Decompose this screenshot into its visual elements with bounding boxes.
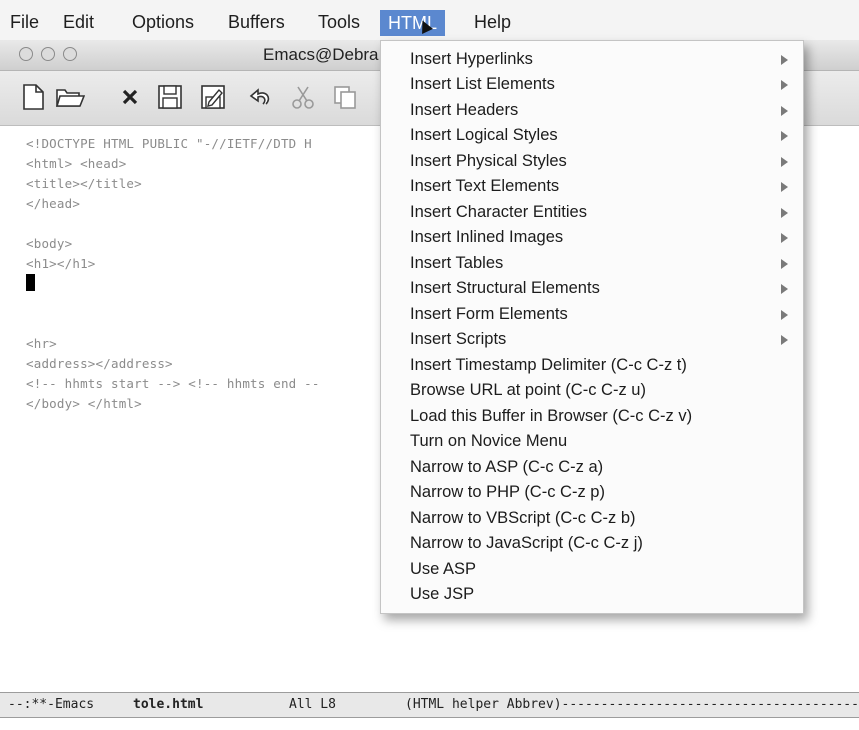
menu-item-use-jsp[interactable]: Use JSP bbox=[410, 582, 800, 607]
code-line: <!-- hhmts start --> <!-- hhmts end -- bbox=[26, 376, 320, 391]
open-folder-icon[interactable] bbox=[55, 82, 85, 112]
cut-icon[interactable] bbox=[288, 82, 318, 112]
submenu-arrow-icon bbox=[781, 182, 788, 192]
html-dropdown-menu: Insert Hyperlinks Insert List Elements I… bbox=[380, 40, 804, 614]
menubar: File Edit Options Buffers Tools HTML Hel… bbox=[0, 0, 859, 40]
menu-item-narrow-to-asp[interactable]: Narrow to ASP (C-c C-z a) bbox=[410, 455, 800, 480]
submenu-arrow-icon bbox=[781, 284, 788, 294]
modeline-mode: (HTML helper Abbrev)--------------------… bbox=[405, 697, 859, 712]
submenu-arrow-icon bbox=[781, 335, 788, 345]
submenu-arrow-icon bbox=[781, 106, 788, 116]
menu-edit[interactable]: Edit bbox=[59, 9, 98, 35]
code-line: <hr> bbox=[26, 336, 57, 351]
new-file-icon[interactable] bbox=[18, 82, 48, 112]
menu-item-insert-structural-elements[interactable]: Insert Structural Elements bbox=[410, 276, 800, 301]
menu-item-insert-headers[interactable]: Insert Headers bbox=[410, 98, 800, 123]
save-icon[interactable] bbox=[155, 82, 185, 112]
copy-icon[interactable] bbox=[330, 82, 360, 112]
submenu-arrow-icon bbox=[781, 55, 788, 65]
code-line: <!DOCTYPE HTML PUBLIC "-//IETF//DTD H bbox=[26, 136, 312, 151]
code-line: <title></title> bbox=[26, 176, 142, 191]
menu-html[interactable]: HTML bbox=[380, 10, 445, 36]
menu-item-insert-inlined-images[interactable]: Insert Inlined Images bbox=[410, 225, 800, 250]
code-line: <address></address> bbox=[26, 356, 173, 371]
submenu-arrow-icon bbox=[781, 157, 788, 167]
zoom-window-button[interactable] bbox=[63, 47, 77, 61]
undo-icon[interactable] bbox=[246, 82, 276, 112]
submenu-arrow-icon bbox=[781, 310, 788, 320]
code-line: </body> </html> bbox=[26, 396, 142, 411]
text-cursor bbox=[26, 274, 35, 291]
menu-item-insert-text-elements[interactable]: Insert Text Elements bbox=[410, 174, 800, 199]
modeline-position: All L8 bbox=[289, 697, 336, 712]
menu-buffers[interactable]: Buffers bbox=[224, 9, 289, 35]
submenu-arrow-icon bbox=[781, 259, 788, 269]
window-title: Emacs@Debra bbox=[263, 45, 379, 64]
menu-item-insert-tables[interactable]: Insert Tables bbox=[410, 251, 800, 276]
menu-item-load-buffer-in-browser[interactable]: Load this Buffer in Browser (C-c C-z v) bbox=[410, 404, 800, 429]
menu-item-insert-hyperlinks[interactable]: Insert Hyperlinks bbox=[410, 47, 800, 72]
menu-item-insert-physical-styles[interactable]: Insert Physical Styles bbox=[410, 149, 800, 174]
menu-options[interactable]: Options bbox=[128, 9, 198, 35]
menu-item-narrow-to-vbscript[interactable]: Narrow to VBScript (C-c C-z b) bbox=[410, 506, 800, 531]
modeline-buffer-name: tole.html bbox=[133, 697, 204, 712]
modeline-status: --:**-Emacs bbox=[8, 697, 95, 712]
menu-tools[interactable]: Tools bbox=[314, 9, 364, 35]
menu-item-turn-on-novice-menu[interactable]: Turn on Novice Menu bbox=[410, 429, 800, 454]
submenu-arrow-icon bbox=[781, 233, 788, 243]
menu-item-insert-character-entities[interactable]: Insert Character Entities bbox=[410, 200, 800, 225]
submenu-arrow-icon bbox=[781, 131, 788, 141]
menu-item-insert-form-elements[interactable]: Insert Form Elements bbox=[410, 302, 800, 327]
code-line: </head> bbox=[26, 196, 81, 211]
menu-item-use-asp[interactable]: Use ASP bbox=[410, 557, 800, 582]
save-as-icon[interactable] bbox=[198, 82, 228, 112]
close-window-button[interactable] bbox=[19, 47, 33, 61]
menu-item-insert-timestamp-delimiter[interactable]: Insert Timestamp Delimiter (C-c C-z t) bbox=[410, 353, 800, 378]
menu-item-narrow-to-php[interactable]: Narrow to PHP (C-c C-z p) bbox=[410, 480, 800, 505]
menu-help[interactable]: Help bbox=[470, 9, 515, 35]
minimize-window-button[interactable] bbox=[41, 47, 55, 61]
close-icon[interactable] bbox=[115, 82, 145, 112]
menu-item-insert-list-elements[interactable]: Insert List Elements bbox=[410, 72, 800, 97]
code-line: <body> bbox=[26, 236, 73, 251]
code-line: <h1></h1> bbox=[26, 256, 96, 271]
menu-item-insert-logical-styles[interactable]: Insert Logical Styles bbox=[410, 123, 800, 148]
menu-file[interactable]: File bbox=[6, 9, 43, 35]
mode-line: --:**-Emacs tole.html All L8 (HTML helpe… bbox=[0, 692, 859, 718]
menu-item-insert-scripts[interactable]: Insert Scripts bbox=[410, 327, 800, 352]
menu-item-narrow-to-javascript[interactable]: Narrow to JavaScript (C-c C-z j) bbox=[410, 531, 800, 556]
menu-item-browse-url-at-point[interactable]: Browse URL at point (C-c C-z u) bbox=[410, 378, 800, 403]
submenu-arrow-icon bbox=[781, 208, 788, 218]
code-line: <html> <head> bbox=[26, 156, 127, 171]
submenu-arrow-icon bbox=[781, 80, 788, 90]
